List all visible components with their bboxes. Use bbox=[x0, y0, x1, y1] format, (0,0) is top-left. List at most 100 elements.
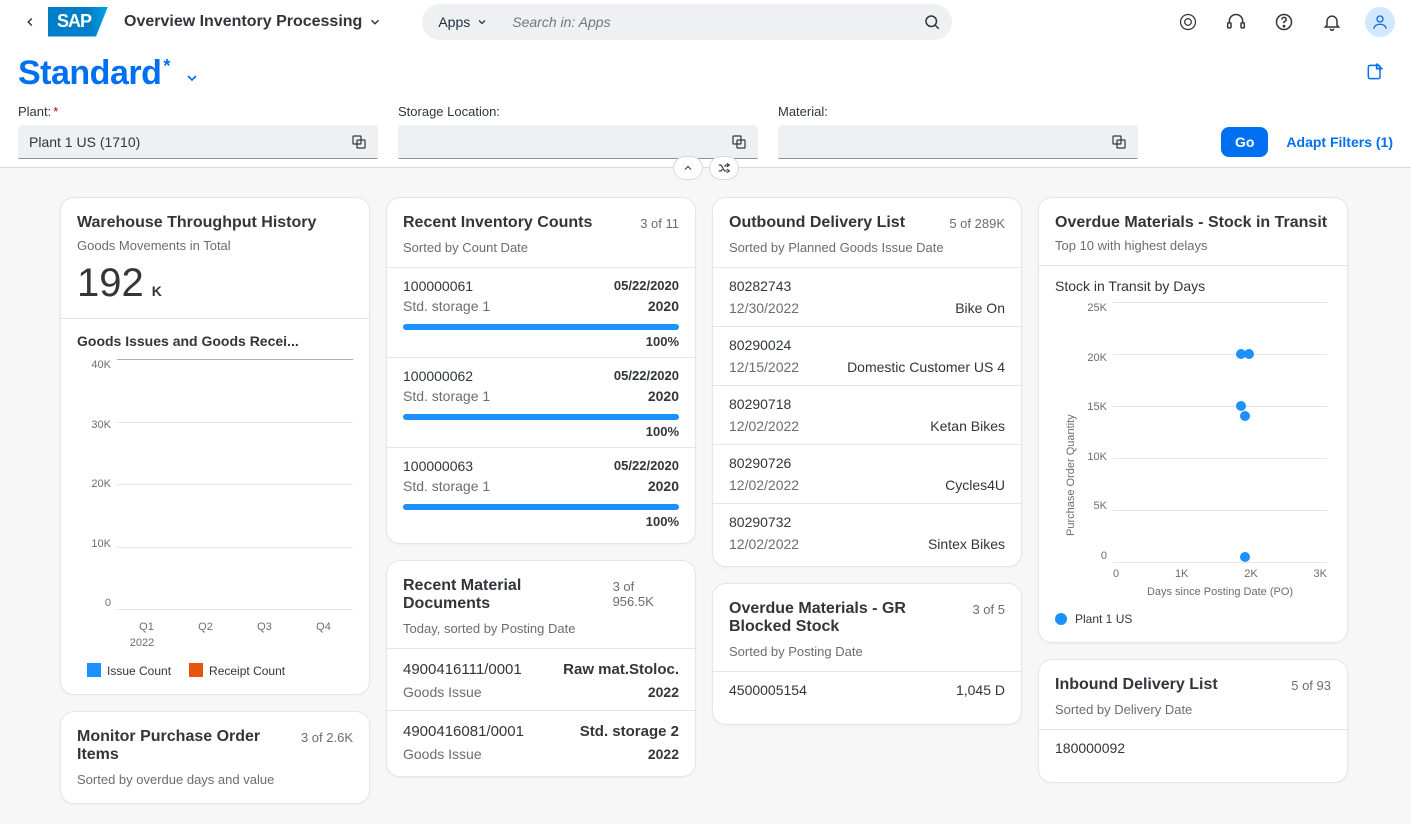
card-sub: Goods Movements in Total bbox=[77, 238, 353, 253]
plant-input[interactable] bbox=[29, 134, 345, 150]
card-count: 3 of 5 bbox=[972, 600, 1005, 617]
chart-legend: Plant 1 US bbox=[1055, 612, 1331, 626]
shell-search: Apps bbox=[422, 4, 952, 40]
list-item[interactable]: 4500005154 1,045 D bbox=[729, 672, 1005, 708]
headset-icon bbox=[1226, 12, 1246, 32]
list-item[interactable]: 8029072612/02/2022Cycles4U bbox=[729, 445, 1005, 503]
kpi-unit: K bbox=[152, 283, 162, 299]
help-icon bbox=[1274, 12, 1294, 32]
list-item[interactable]: 8028274312/30/2022Bike On bbox=[729, 268, 1005, 326]
card-sub: Sorted by Delivery Date bbox=[1055, 702, 1331, 717]
material-input-wrap bbox=[778, 125, 1138, 159]
list-item[interactable]: 10000006205/22/2020 Std. storage 12020 1… bbox=[403, 358, 679, 447]
list-item[interactable]: 10000006105/22/2020 Std. storage 12020 1… bbox=[403, 268, 679, 357]
card-title: Outbound Delivery List bbox=[729, 214, 905, 232]
nav-back-button[interactable] bbox=[16, 8, 44, 36]
card-gr-blocked-stock[interactable]: Overdue Materials - GR Blocked Stock 3 o… bbox=[712, 583, 1022, 725]
person-icon bbox=[1371, 13, 1389, 31]
go-button[interactable]: Go bbox=[1221, 127, 1268, 157]
card-inbound-delivery-list[interactable]: Inbound Delivery List 5 of 93 Sorted by … bbox=[1038, 659, 1348, 783]
card-sub: Today, sorted by Posting Date bbox=[403, 621, 679, 636]
card-sub: Sorted by Posting Date bbox=[729, 644, 1005, 659]
bell-icon bbox=[1322, 12, 1342, 32]
notifications-button[interactable] bbox=[1317, 7, 1347, 37]
list-item[interactable]: 10000006305/22/2020 Std. storage 12020 1… bbox=[403, 448, 679, 537]
chevron-down-icon bbox=[368, 15, 382, 29]
collapse-filters-button[interactable] bbox=[673, 156, 703, 180]
search-scope-label: Apps bbox=[438, 14, 470, 30]
material-valuehelp-button[interactable] bbox=[1105, 128, 1133, 156]
card-title: Recent Material Documents bbox=[403, 577, 613, 613]
inbound-id: 180000092 bbox=[1055, 740, 1331, 756]
list-item[interactable]: 180000092 bbox=[1055, 730, 1331, 766]
page-title-dropdown[interactable]: Overview Inventory Processing bbox=[124, 13, 382, 31]
storage-label: Storage Location: bbox=[398, 104, 500, 119]
y-axis-labels: 40K 30K 20K 10K 0 bbox=[77, 359, 111, 609]
plant-label: Plant: bbox=[18, 104, 58, 119]
search-input[interactable] bbox=[500, 14, 916, 30]
valuehelp-icon bbox=[731, 134, 747, 150]
card-stock-in-transit[interactable]: Overdue Materials - Stock in Transit Top… bbox=[1038, 197, 1348, 643]
card-warehouse-throughput[interactable]: Warehouse Throughput History Goods Movem… bbox=[60, 197, 370, 695]
card-recent-inventory-counts[interactable]: Recent Inventory Counts 3 of 11 Sorted b… bbox=[386, 197, 696, 544]
copilot-button[interactable] bbox=[1173, 7, 1203, 37]
card-outbound-delivery-list[interactable]: Outbound Delivery List 5 of 289K Sorted … bbox=[712, 197, 1022, 567]
chart-title: Goods Issues and Goods Recei... bbox=[77, 333, 353, 349]
kpi-value: 192 K bbox=[77, 261, 353, 306]
shuffle-icon bbox=[717, 161, 731, 175]
y-axis-title: Purchase Order Quantity bbox=[1065, 414, 1077, 536]
card-title: Overdue Materials - Stock in Transit bbox=[1055, 214, 1331, 232]
list-item[interactable]: 4900416081/0001Std. storage 2 Goods Issu… bbox=[403, 711, 679, 772]
card-count: 3 of 11 bbox=[640, 214, 679, 231]
plant-valuehelp-button[interactable] bbox=[345, 128, 373, 156]
list-item[interactable]: 8029071812/02/2022Ketan Bikes bbox=[729, 386, 1005, 444]
share-button[interactable] bbox=[1357, 56, 1393, 92]
storage-input-wrap bbox=[398, 125, 758, 159]
card-title: Monitor Purchase Order Items bbox=[77, 728, 277, 764]
valuehelp-icon bbox=[351, 134, 367, 150]
help-button[interactable] bbox=[1269, 7, 1299, 37]
chart-title: Stock in Transit by Days bbox=[1055, 278, 1331, 294]
scatter-chart: Purchase Order Quantity 25K 20K 15K 10K … bbox=[1055, 302, 1331, 602]
storage-input[interactable] bbox=[409, 134, 725, 150]
valuehelp-icon bbox=[1111, 134, 1127, 150]
variant-select[interactable]: Standard* bbox=[18, 54, 170, 93]
x-axis-title: Days since Posting Date (PO) bbox=[1113, 586, 1327, 598]
chevron-left-icon bbox=[23, 15, 37, 29]
y-axis-labels: 25K 20K 15K 10K 5K 0 bbox=[1077, 302, 1107, 562]
card-title: Recent Inventory Counts bbox=[403, 214, 592, 232]
card-sub: Sorted by Planned Goods Issue Date bbox=[729, 240, 1005, 255]
shell-actions bbox=[1173, 7, 1395, 37]
card-count: 3 of 956.5K bbox=[613, 577, 679, 609]
list-item[interactable]: 8029073212/02/2022Sintex Bikes bbox=[729, 504, 1005, 562]
card-sub: Top 10 with highest delays bbox=[1055, 238, 1331, 253]
chevron-up-icon bbox=[682, 162, 694, 174]
storage-valuehelp-button[interactable] bbox=[725, 128, 753, 156]
search-scope-select[interactable]: Apps bbox=[438, 14, 500, 30]
chart-legend: Issue Count Receipt Count bbox=[77, 663, 353, 678]
card-monitor-po-items[interactable]: Monitor Purchase Order Items 3 of 2.6K S… bbox=[60, 711, 370, 804]
variant-management: Standard* bbox=[0, 44, 1411, 99]
filter-collapse-rail bbox=[0, 167, 1411, 189]
kpi-number: 192 bbox=[77, 261, 144, 306]
list-item[interactable]: 8029002412/15/2022Domestic Customer US 4 bbox=[729, 327, 1005, 385]
support-button[interactable] bbox=[1221, 7, 1251, 37]
share-icon bbox=[1365, 62, 1385, 82]
card-title: Overdue Materials - GR Blocked Stock bbox=[729, 600, 939, 636]
search-button[interactable] bbox=[916, 6, 948, 38]
card-title: Inbound Delivery List bbox=[1055, 676, 1218, 694]
variant-modified-marker: * bbox=[163, 56, 170, 77]
card-recent-material-documents[interactable]: Recent Material Documents 3 of 956.5K To… bbox=[386, 560, 696, 777]
variant-name-text: Standard bbox=[18, 54, 161, 93]
adapt-filters-button[interactable]: Adapt Filters (1) bbox=[1286, 134, 1393, 150]
list-item[interactable]: 4900416111/0001Raw mat.Stoloc. Goods Iss… bbox=[403, 649, 679, 710]
chevron-down-icon bbox=[476, 16, 488, 28]
card-sub: Sorted by Count Date bbox=[403, 240, 679, 255]
chevron-down-icon[interactable] bbox=[184, 70, 200, 86]
x-axis-labels: 0 1K 2K 3K bbox=[1113, 568, 1327, 580]
card-count: 5 of 289K bbox=[949, 214, 1005, 231]
overview-content: Warehouse Throughput History Goods Movem… bbox=[0, 189, 1411, 824]
material-input[interactable] bbox=[789, 134, 1105, 150]
manage-cards-button[interactable] bbox=[709, 156, 739, 180]
user-avatar[interactable] bbox=[1365, 7, 1395, 37]
